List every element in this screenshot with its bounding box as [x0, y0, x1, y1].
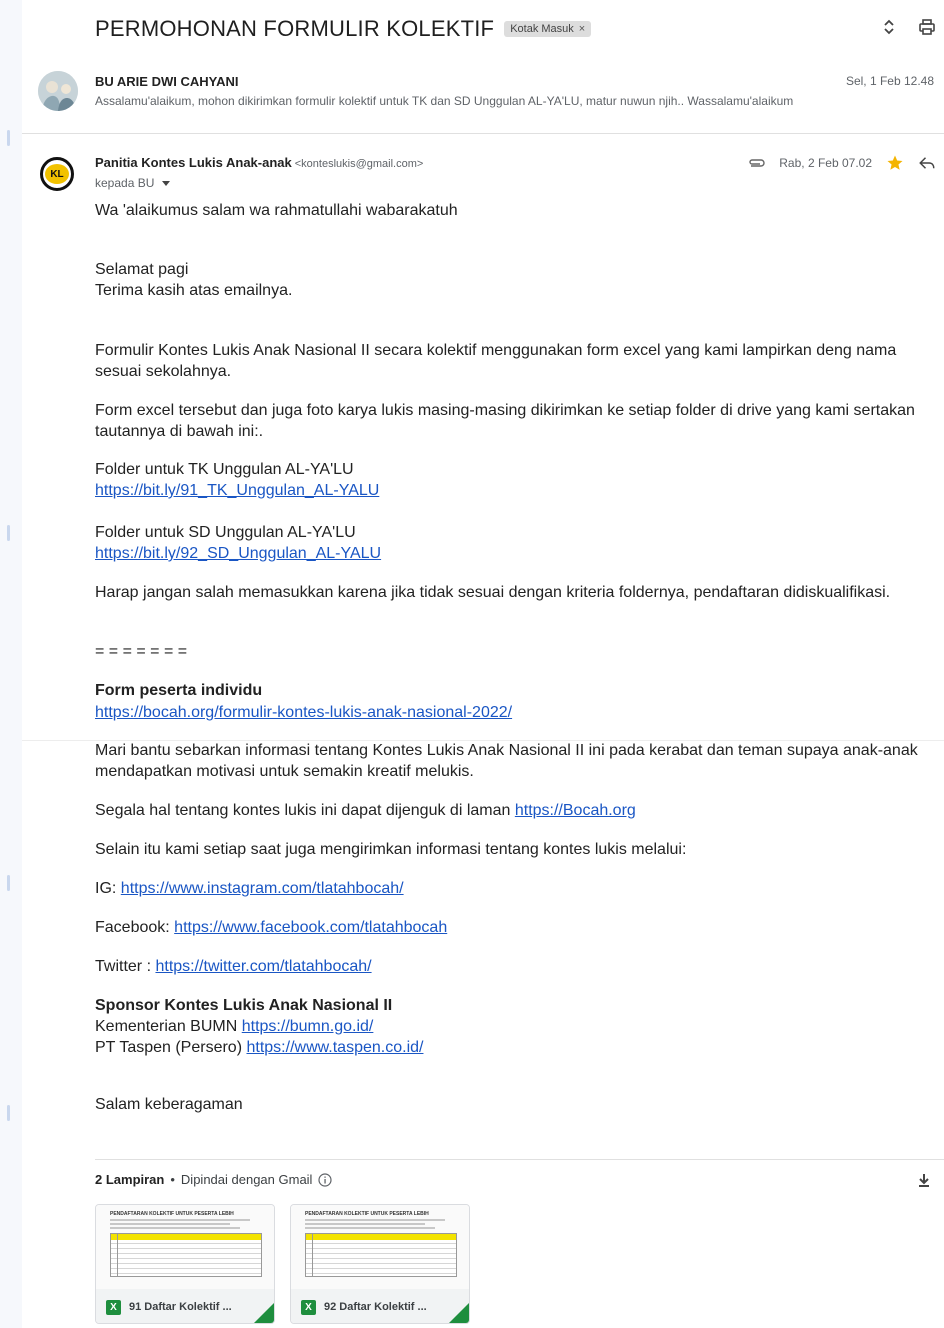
facebook-label: Facebook:: [95, 919, 170, 936]
attachment-name: 92 Daftar Kolektif ...: [324, 1301, 427, 1313]
message-date: Sel, 1 Feb 12.48: [845, 74, 934, 88]
collapsed-message[interactable]: BU ARIE DWI CAHYANI Assalamu'alaikum, mo…: [0, 62, 944, 132]
separator-text: = = = = = = =: [95, 643, 188, 660]
inbox-label-chip[interactable]: Kotak Masuk ×: [504, 21, 592, 37]
download-all-icon[interactable]: [916, 1172, 932, 1188]
excel-icon: X: [106, 1299, 121, 1315]
sender-name[interactable]: Panitia Kontes Lukis Anak-anak: [95, 155, 292, 170]
quote-divider: [22, 740, 944, 741]
message-snippet: Assalamu'alaikum, mohon dikirimkan formu…: [95, 94, 794, 108]
individual-form-link[interactable]: https://bocah.org/formulir-kontes-lukis-…: [95, 702, 512, 723]
file-corner-icon: [254, 1303, 274, 1323]
site-text: Segala hal tentang kontes lukis ini dapa…: [95, 802, 511, 819]
remove-label-icon[interactable]: ×: [579, 23, 585, 35]
instagram-line: IG: https://www.instagram.com/tlatahboca…: [95, 878, 404, 899]
thread-subject: PERMOHONAN FORMULIR KOLEKTIF: [95, 16, 495, 41]
profile-photo-icon: [38, 71, 78, 111]
file-corner-icon: [449, 1303, 469, 1323]
sponsor-line: PT Taspen (Persero) https://www.taspen.c…: [95, 1037, 423, 1058]
sender-email: <konteslukis@gmail.com>: [294, 158, 424, 170]
greeting-text: Wa 'alaikumus salam wa rahmatullahi waba…: [95, 202, 458, 219]
site-line: Segala hal tentang kontes lukis ini dapa…: [95, 800, 636, 821]
info-icon[interactable]: [318, 1172, 333, 1187]
attachments-count: 2 Lampiran: [95, 1172, 165, 1187]
star-icon[interactable]: [886, 154, 904, 172]
facebook-link[interactable]: https://www.facebook.com/tlatahbocah: [174, 919, 447, 936]
sender-line: Panitia Kontes Lukis Anak-anak <kontesluk…: [95, 155, 423, 170]
rail-marker: [7, 1105, 10, 1121]
share-text: Mari bantu sebarkan informasi tentang Ko…: [95, 742, 918, 780]
avatar: KL: [40, 157, 74, 191]
avatar-logo: KL: [45, 164, 69, 184]
attachment-preview: PENDAFTARAN KOLEKTIF UNTUK PESERTA LEBIH: [291, 1205, 469, 1289]
folder-sd-link[interactable]: https://bit.ly/92_SD_Unggulan_AL-YALU: [95, 543, 381, 564]
message-divider: [22, 133, 944, 134]
instagram-label: IG:: [95, 880, 117, 897]
individual-form-title: Form peserta individu: [95, 682, 263, 699]
print-icon[interactable]: [918, 18, 936, 36]
spreadsheet-grid: [110, 1233, 262, 1277]
sponsor-link[interactable]: https://www.taspen.co.id/: [246, 1039, 423, 1056]
attachment-preview: PENDAFTARAN KOLEKTIF UNTUK PESERTA LEBIH: [96, 1205, 274, 1289]
scan-status: Dipindai dengan Gmail: [180, 1172, 313, 1187]
attachments-header: 2 Lampiran • Dipindai dengan Gmail: [95, 1172, 333, 1187]
sponsor-link[interactable]: https://bumn.go.id/: [242, 1018, 374, 1035]
twitter-line: Twitter : https://twitter.com/tlatahboca…: [95, 956, 372, 977]
attachment-name: 91 Daftar Kolektif ...: [129, 1301, 232, 1313]
avatar: [38, 71, 78, 111]
sponsor-label: Kementerian BUMN: [95, 1018, 238, 1035]
chevron-down-icon[interactable]: [162, 180, 171, 186]
recipient-text: kepada BU: [95, 176, 155, 190]
site-link[interactable]: https://Bocah.org: [515, 802, 636, 819]
attachment-card[interactable]: PENDAFTARAN KOLEKTIF UNTUK PESERTA LEBIH…: [290, 1204, 470, 1324]
message-header: KL Panitia Kontes Lukis Anak-anak <kontes…: [0, 150, 944, 195]
body-text: Form excel tersebut dan juga foto karya …: [95, 402, 915, 440]
rail-marker: [7, 875, 10, 891]
body-text: Selamat pagi: [95, 261, 189, 278]
subject-row: PERMOHONAN FORMULIR KOLEKTIF Kotak Masuk…: [95, 14, 592, 44]
instagram-link[interactable]: https://www.instagram.com/tlatahbocah/: [121, 880, 404, 897]
twitter-link[interactable]: https://twitter.com/tlatahbocah/: [155, 958, 371, 975]
rail-marker: [7, 525, 10, 541]
message-meta: Rab, 2 Feb 07.02: [747, 154, 936, 172]
folder-sd-label: Folder untuk SD Unggulan AL-YA'LU: [95, 524, 356, 541]
sponsor-line: Kementerian BUMN https://bumn.go.id/: [95, 1016, 373, 1037]
left-rail: [0, 0, 22, 1328]
body-text: Formulir Kontes Lukis Anak Nasional II s…: [95, 342, 897, 380]
attachments-divider: [95, 1159, 944, 1160]
attachment-footer: X 92 Daftar Kolektif ...: [291, 1289, 469, 1323]
folder-tk-label: Folder untuk TK Unggulan AL-YA'LU: [95, 461, 354, 478]
warning-text: Harap jangan salah memasukkan karena jik…: [95, 584, 891, 601]
social-intro-text: Selain itu kami setiap saat juga mengiri…: [95, 841, 687, 858]
sponsor-title: Sponsor Kontes Lukis Anak Nasional II: [95, 997, 393, 1014]
dot-separator: •: [170, 1172, 175, 1187]
recipient-details[interactable]: kepada BU: [95, 176, 171, 190]
rail-marker: [7, 130, 10, 146]
expand-collapse-icon[interactable]: [880, 18, 898, 36]
body-text: Terima kasih atas emailnya.: [95, 282, 293, 299]
reply-icon[interactable]: [918, 154, 936, 172]
sender-name: BU ARIE DWI CAHYANI: [95, 74, 239, 89]
attachment-footer: X 91 Daftar Kolektif ...: [96, 1289, 274, 1323]
message-date: Rab, 2 Feb 07.02: [779, 156, 872, 170]
attachment-icon: [749, 159, 765, 167]
sponsor-label: PT Taspen (Persero): [95, 1039, 243, 1056]
twitter-label: Twitter :: [95, 958, 152, 975]
attachment-card[interactable]: PENDAFTARAN KOLEKTIF UNTUK PESERTA LEBIH…: [95, 1204, 275, 1324]
label-text: Kotak Masuk: [510, 23, 574, 35]
excel-icon: X: [301, 1299, 316, 1315]
folder-tk-link[interactable]: https://bit.ly/91_TK_Unggulan_AL-YALU: [95, 480, 379, 501]
closing-text: Salam keberagaman: [95, 1096, 243, 1113]
spreadsheet-grid: [305, 1233, 457, 1277]
preview-title: PENDAFTARAN KOLEKTIF UNTUK PESERTA LEBIH: [305, 1211, 429, 1217]
facebook-line: Facebook: https://www.facebook.com/tlata…: [95, 917, 447, 938]
preview-title: PENDAFTARAN KOLEKTIF UNTUK PESERTA LEBIH: [110, 1211, 234, 1217]
thread-actions: [880, 18, 936, 36]
